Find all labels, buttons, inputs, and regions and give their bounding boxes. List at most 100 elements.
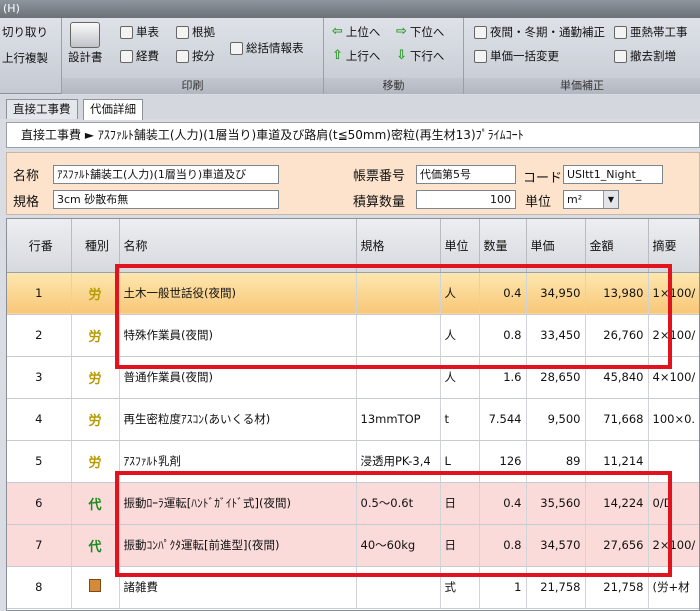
row-no-cell[interactable]: 2 [7,314,72,357]
night-winter-adjust-button[interactable]: 夜間・冬期・通勤補正 [474,24,605,40]
name-field[interactable]: ｱｽﾌｧﾙﾄ舗装工(人力)(1層当り)車道及び [53,165,279,184]
note-cell[interactable]: 0/D [648,482,699,525]
unit-cell[interactable]: t [440,398,480,441]
unit-price-cell[interactable]: 9,500 [526,398,586,441]
name-cell[interactable]: 諸雑費 [119,566,357,609]
note-cell[interactable]: (労+材 [648,566,699,609]
kind-cell[interactable]: 労 [71,440,120,483]
note-cell[interactable]: 4×100/ [648,356,699,399]
unit-price-cell[interactable]: 35,560 [526,482,586,525]
amount-cell[interactable]: 21,758 [585,566,649,609]
row-no-cell[interactable]: 8 [7,566,72,609]
row-no-cell[interactable]: 1 [7,272,72,315]
table-row[interactable]: 7 代 振動ｺﾝﾊﾟｸﾀ運転[前進型](夜間) 40～60kg 日 0.8 34,570 27… [7,524,699,567]
col-header-name[interactable]: 名称 [119,219,357,273]
col-header-unit-price[interactable]: 単価 [526,219,586,273]
spec-cell[interactable] [356,314,441,357]
col-header-unit[interactable]: 単位 [440,219,480,273]
col-header-qty[interactable]: 数量 [479,219,527,273]
col-header-row-no[interactable]: 行番 [7,219,72,273]
name-cell[interactable]: 土木一般世話役(夜間) [119,272,357,315]
note-cell[interactable]: 1×100/ [648,272,699,315]
spec-cell[interactable]: 40～60kg [356,524,441,567]
kind-cell[interactable]: 労 [71,356,120,399]
note-cell[interactable]: 100×0. [648,398,699,441]
col-header-amount[interactable]: 金額 [585,219,649,273]
unit-price-cell[interactable]: 34,570 [526,524,586,567]
tab-price-detail[interactable]: 代価詳細 [83,99,143,120]
amount-cell[interactable]: 11,214 [585,440,649,483]
spec-cell[interactable] [356,566,441,609]
unit-cell[interactable]: 人 [440,356,480,399]
allocation-button[interactable]: 按分 [176,48,215,64]
design-doc-button[interactable]: 設計書 [68,22,103,65]
unit-select[interactable]: m² ▼ [563,190,619,209]
move-up-level-button[interactable]: ⇦ 上位へ [332,24,380,40]
name-cell[interactable]: ｱｽﾌｧﾙﾄ乳剤 [119,440,357,483]
spec-cell[interactable]: 13mmTOP [356,398,441,441]
table-row[interactable]: 3 労 普通作業員(夜間) 人 1.6 28,650 45,840 4×100/ [7,356,699,399]
spec-cell[interactable]: 0.5～0.6t [356,482,441,525]
col-header-kind[interactable]: 種別 [71,219,120,273]
name-cell[interactable]: 振動ｺﾝﾊﾟｸﾀ運転[前進型](夜間) [119,524,357,567]
code-field[interactable]: USltt1_Night_ [563,165,663,184]
calc-qty-field[interactable]: 100 [416,190,516,209]
table-row[interactable]: 6 代 振動ﾛｰﾗ運転[ﾊﾝﾄﾞｶﾞｲﾄﾞ式](夜間) 0.5～0.6t 日 0.4 35,… [7,482,699,525]
unit-price-cell[interactable]: 28,650 [526,356,586,399]
name-cell[interactable]: 再生密粒度ｱｽｺﾝ(あいくる材) [119,398,357,441]
subtropical-button[interactable]: 亜熱帯工事 [614,24,688,40]
expense-button[interactable]: 経費 [120,48,159,64]
note-cell[interactable]: 2×100/ [648,314,699,357]
table-row[interactable]: 4 労 再生密粒度ｱｽｺﾝ(あいくる材) 13mmTOP t 7.544 9,500 71,6… [7,398,699,441]
move-row-up-button[interactable]: ⇧ 上行へ [332,48,380,64]
kind-cell[interactable]: 労 [71,272,120,315]
amount-cell[interactable]: 14,224 [585,482,649,525]
row-no-cell[interactable]: 6 [7,482,72,525]
kind-cell[interactable] [71,566,120,609]
unit-cell[interactable]: 日 [440,482,480,525]
removal-surcharge-button[interactable]: 撤去割増 [614,48,676,64]
qty-cell[interactable]: 1.6 [479,356,527,399]
unit-cell[interactable]: L [440,440,480,483]
col-header-spec[interactable]: 規格 [356,219,441,273]
move-down-level-button[interactable]: ⇨ 下位へ [396,24,444,40]
amount-cell[interactable]: 26,760 [585,314,649,357]
cut-button[interactable]: 切り取り [2,24,48,40]
qty-cell[interactable]: 0.8 [479,314,527,357]
table-row[interactable]: 5 労 ｱｽﾌｧﾙﾄ乳剤 浸透用PK-3,4 L 126 89 11,214 [7,440,699,483]
move-row-down-button[interactable]: ⇩ 下行へ [396,48,444,64]
note-cell[interactable]: 2×100/ [648,524,699,567]
kind-cell[interactable]: 労 [71,314,120,357]
row-no-cell[interactable]: 4 [7,398,72,441]
name-cell[interactable]: 振動ﾛｰﾗ運転[ﾊﾝﾄﾞｶﾞｲﾄﾞ式](夜間) [119,482,357,525]
spec-cell[interactable] [356,356,441,399]
qty-cell[interactable]: 0.4 [479,272,527,315]
unit-price-cell[interactable]: 34,950 [526,272,586,315]
spec-field[interactable]: 3cm 砂散布無 [53,190,279,209]
unit-cell[interactable]: 人 [440,314,480,357]
unit-price-cell[interactable]: 33,450 [526,314,586,357]
unit-cell[interactable]: 式 [440,566,480,609]
amount-cell[interactable]: 27,656 [585,524,649,567]
kind-cell[interactable]: 代 [71,524,120,567]
duplicate-row-button[interactable]: 上行複製 [2,50,48,66]
unit-cell[interactable]: 日 [440,524,480,567]
spec-cell[interactable] [356,272,441,315]
qty-cell[interactable]: 7.544 [479,398,527,441]
col-header-note[interactable]: 摘要 [648,219,699,273]
row-no-cell[interactable]: 7 [7,524,72,567]
ledger-number-field[interactable]: 代価第5号 [416,165,516,184]
name-cell[interactable]: 普通作業員(夜間) [119,356,357,399]
tab-direct-cost[interactable]: 直接工事費 [6,99,78,119]
qty-cell[interactable]: 126 [479,440,527,483]
kind-cell[interactable]: 労 [71,398,120,441]
qty-cell[interactable]: 0.4 [479,482,527,525]
summary-info-button[interactable]: 総括情報表 [230,40,304,56]
amount-cell[interactable]: 45,840 [585,356,649,399]
single-table-button[interactable]: 単表 [120,24,159,40]
qty-cell[interactable]: 0.8 [479,524,527,567]
note-cell[interactable] [648,440,699,483]
basis-button[interactable]: 根拠 [176,24,215,40]
row-no-cell[interactable]: 3 [7,356,72,399]
chevron-down-icon[interactable]: ▼ [603,191,618,208]
